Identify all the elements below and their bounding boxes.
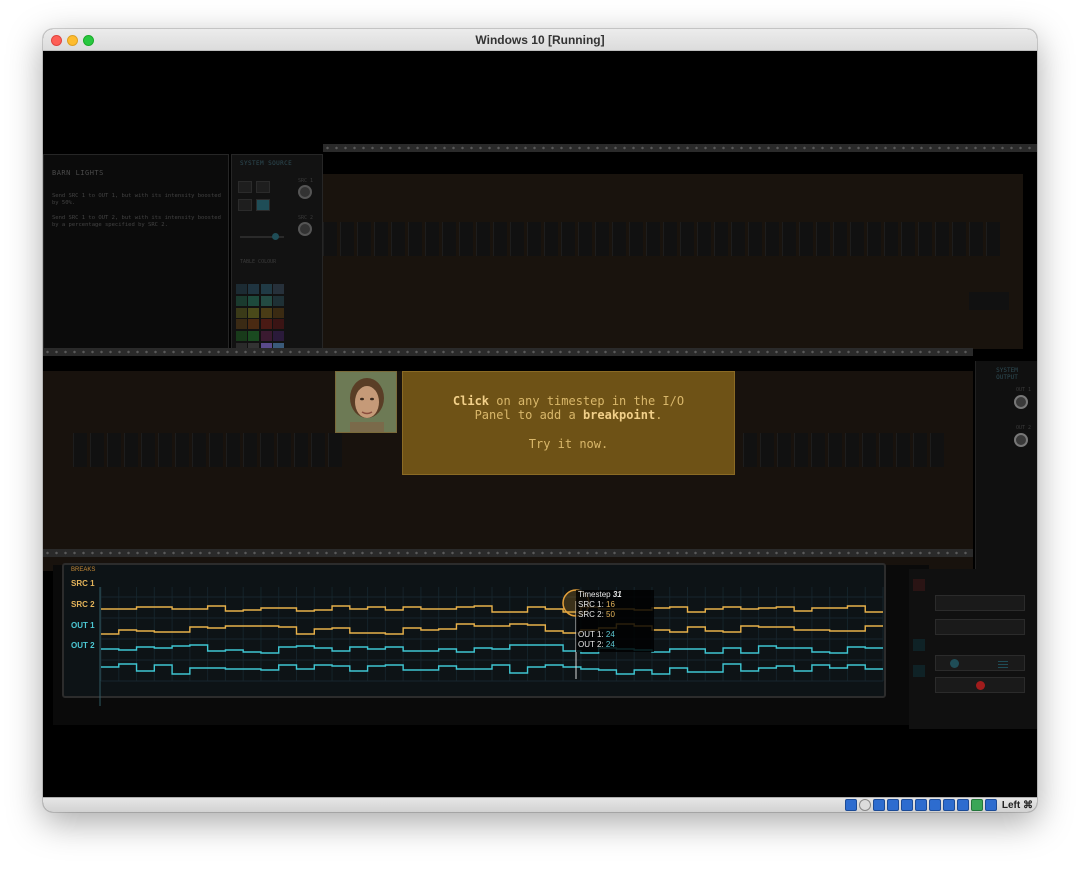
lock-toolbar[interactable] [935,595,1025,611]
vm-status-bar: Left ⌘ [43,797,1037,812]
control-panel [909,569,1037,729]
scope-icon[interactable] [913,639,925,651]
recording-icon[interactable] [942,799,955,811]
title-bar: Windows 10 [Running] [43,29,1037,51]
host-key-label: Left ⌘ [1001,799,1033,811]
help-icon[interactable] [950,659,959,668]
tooltip-out2: OUT 2: 24 [578,640,615,649]
usb-icon[interactable] [900,799,913,811]
device-icon[interactable] [913,665,925,677]
tooltip-timestep: Timestep 31 [578,590,622,599]
src1-waveform [101,605,883,613]
optical-drive-icon[interactable] [858,799,871,811]
record-icon[interactable] [976,681,985,690]
audio-icon[interactable] [872,799,885,811]
tooltip-out1: OUT 1: 24 [578,630,615,639]
game-screen[interactable]: BARN LIGHTS Send SRC 1 to OUT 1, but wit… [43,51,1037,797]
record-bar[interactable] [935,677,1025,693]
menu-icon[interactable] [998,661,1008,662]
cpu-icon[interactable] [956,799,969,811]
mouse-integration-icon[interactable] [970,799,983,811]
vm-window: Windows 10 [Running] BARN LIGHTS Send SR… [43,29,1037,812]
network-icon[interactable] [886,799,899,811]
help-menu-bar[interactable] [935,655,1025,671]
display-icon[interactable] [928,799,941,811]
trash-toolbar[interactable] [935,619,1025,635]
tooltip-src2: SRC 2: 50 [578,610,615,619]
red-indicator [913,579,925,591]
hdd-icon[interactable] [844,799,857,811]
tooltip-src1: SRC 1: 16 [578,600,615,609]
keyboard-capture-icon[interactable] [984,799,997,811]
timestep-tooltip: Timestep 31 SRC 1: 16 SRC 2: 50 OUT 1: 2… [576,590,654,652]
io-waveforms[interactable] [43,51,1037,797]
window-title: Windows 10 [Running] [475,33,605,47]
shared-folder-icon[interactable] [914,799,927,811]
